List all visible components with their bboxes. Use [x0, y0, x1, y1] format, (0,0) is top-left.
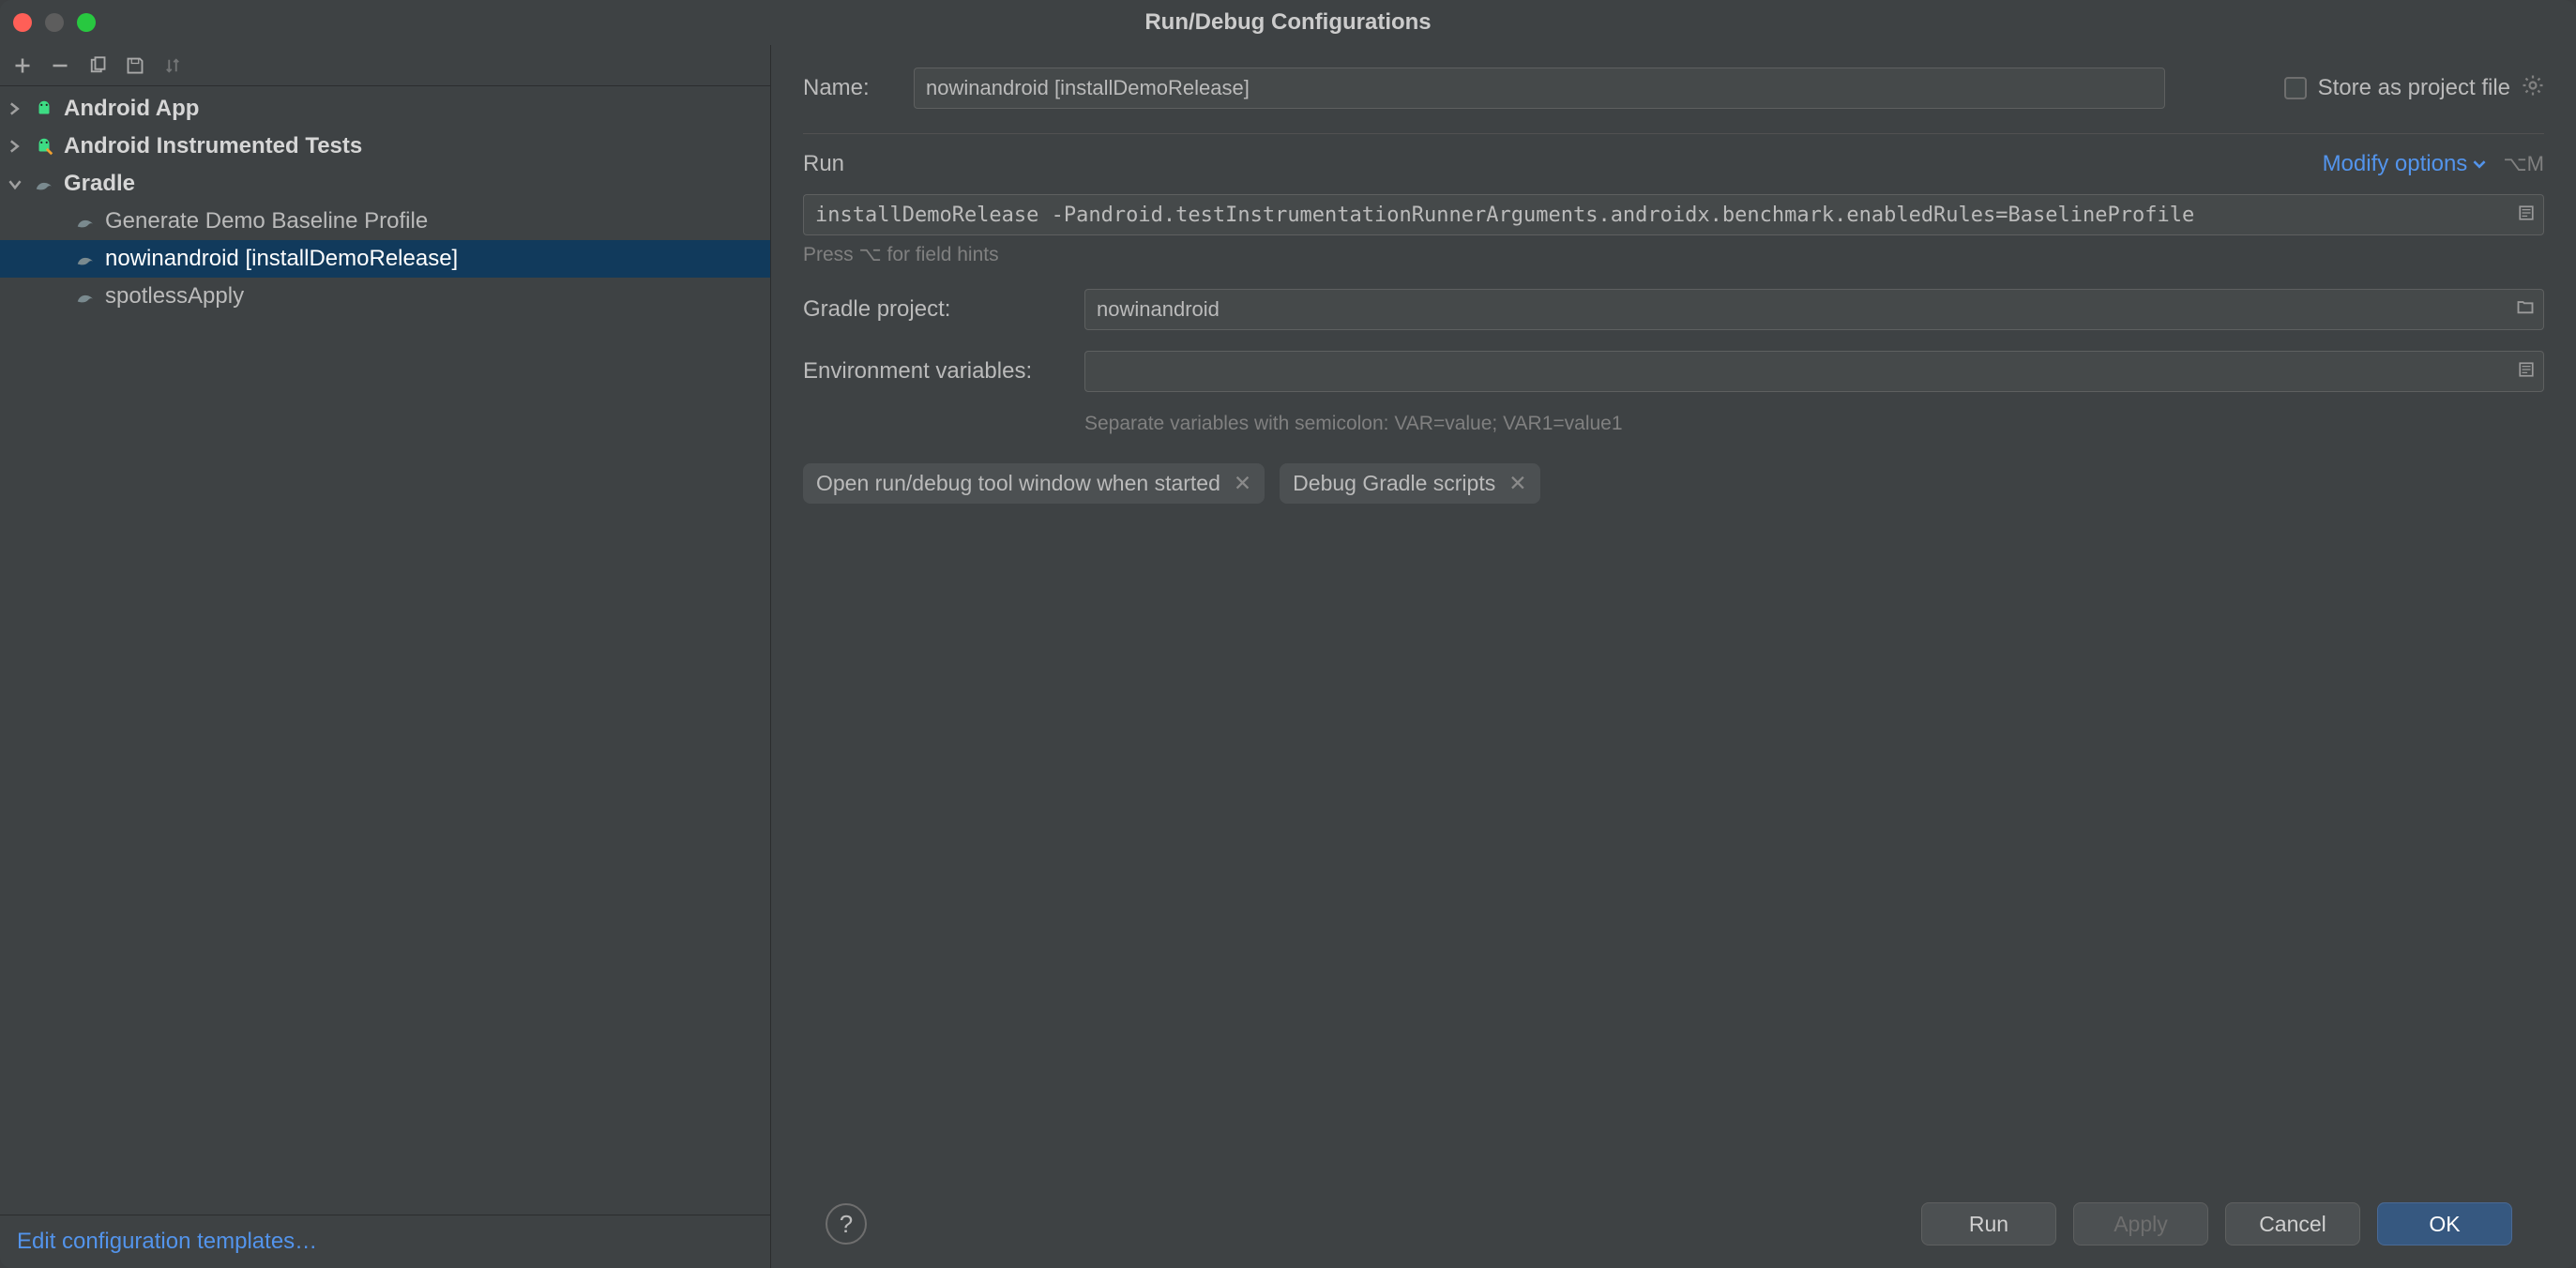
sidebar: Android App Android Instrumented Tests — [0, 45, 771, 1268]
expand-icon[interactable] — [2518, 202, 2535, 228]
env-vars-input[interactable] — [1084, 351, 2544, 392]
apply-button[interactable]: Apply — [2073, 1202, 2208, 1245]
ok-button[interactable]: OK — [2377, 1202, 2512, 1245]
tree-item-gradle-child[interactable]: Generate Demo Baseline Profile — [0, 203, 770, 240]
tree-label: Android Instrumented Tests — [64, 133, 362, 159]
modify-shortcut: ⌥M — [2503, 152, 2544, 176]
edit-templates-link[interactable]: Edit configuration templates… — [17, 1229, 317, 1254]
folder-icon[interactable] — [2516, 296, 2535, 323]
command-hint: Press ⌥ for field hints — [803, 243, 2544, 266]
chevron-down-icon — [2473, 158, 2486, 171]
window-title: Run/Debug Configurations — [1144, 9, 1431, 36]
close-window-button[interactable] — [13, 13, 32, 32]
run-command-input[interactable] — [803, 194, 2544, 235]
copy-config-button[interactable] — [84, 53, 111, 79]
option-chip-open-tool-window[interactable]: Open run/debug tool window when started … — [803, 463, 1265, 504]
gradle-icon — [73, 286, 98, 307]
option-chip-debug-gradle[interactable]: Debug Gradle scripts ✕ — [1280, 463, 1539, 504]
chevron-right-icon — [6, 102, 24, 115]
tree-label: nowinandroid [installDemoRelease] — [105, 246, 458, 272]
config-tree: Android App Android Instrumented Tests — [0, 86, 770, 1215]
titlebar: Run/Debug Configurations — [0, 0, 2576, 45]
modify-options-link[interactable]: Modify options — [2323, 151, 2487, 177]
gradle-icon — [32, 174, 56, 194]
sidebar-toolbar — [0, 45, 770, 86]
close-icon[interactable]: ✕ — [1508, 471, 1526, 496]
run-button[interactable]: Run — [1921, 1202, 2056, 1245]
gear-icon[interactable] — [2522, 74, 2544, 103]
dialog-footer: ? Run Apply Cancel OK — [803, 1184, 2544, 1268]
minimize-window-button[interactable] — [45, 13, 64, 32]
chip-label: Open run/debug tool window when started — [816, 471, 1220, 496]
android-test-icon — [32, 136, 56, 157]
sidebar-footer: Edit configuration templates… — [0, 1215, 770, 1268]
remove-config-button[interactable] — [47, 53, 73, 79]
tree-item-android-app[interactable]: Android App — [0, 90, 770, 128]
store-as-project-checkbox[interactable] — [2284, 77, 2307, 99]
list-icon[interactable] — [2518, 358, 2535, 385]
tree-item-gradle-child[interactable]: nowinandroid [installDemoRelease] — [0, 240, 770, 278]
tree-item-gradle[interactable]: Gradle — [0, 165, 770, 203]
tree-label: spotlessApply — [105, 283, 244, 309]
gradle-icon — [73, 211, 98, 232]
sort-config-button[interactable] — [159, 53, 186, 79]
store-as-project-label: Store as project file — [2318, 75, 2510, 101]
window-controls — [13, 13, 96, 32]
env-vars-label: Environment variables: — [803, 358, 1084, 385]
tree-item-gradle-child[interactable]: spotlessApply — [0, 278, 770, 315]
tree-label: Generate Demo Baseline Profile — [105, 208, 428, 234]
gradle-project-input[interactable] — [1084, 289, 2544, 330]
chip-label: Debug Gradle scripts — [1293, 471, 1495, 496]
name-label: Name: — [803, 75, 914, 101]
name-input[interactable] — [914, 68, 2165, 109]
chevron-down-icon — [6, 177, 24, 190]
help-button[interactable]: ? — [826, 1203, 867, 1245]
run-section-title: Run — [803, 151, 844, 177]
main-panel: Name: Store as project file Run Modify o… — [771, 45, 2576, 1268]
chevron-right-icon — [6, 140, 24, 153]
save-config-button[interactable] — [122, 53, 148, 79]
gradle-project-label: Gradle project: — [803, 296, 1084, 323]
add-config-button[interactable] — [9, 53, 36, 79]
cancel-button[interactable]: Cancel — [2225, 1202, 2360, 1245]
zoom-window-button[interactable] — [77, 13, 96, 32]
tree-label: Gradle — [64, 171, 135, 197]
android-icon — [32, 98, 56, 119]
gradle-icon — [73, 249, 98, 269]
tree-label: Android App — [64, 96, 199, 122]
env-hint: Separate variables with semicolon: VAR=v… — [1084, 413, 2544, 435]
close-icon[interactable]: ✕ — [1234, 471, 1251, 496]
tree-item-android-tests[interactable]: Android Instrumented Tests — [0, 128, 770, 165]
